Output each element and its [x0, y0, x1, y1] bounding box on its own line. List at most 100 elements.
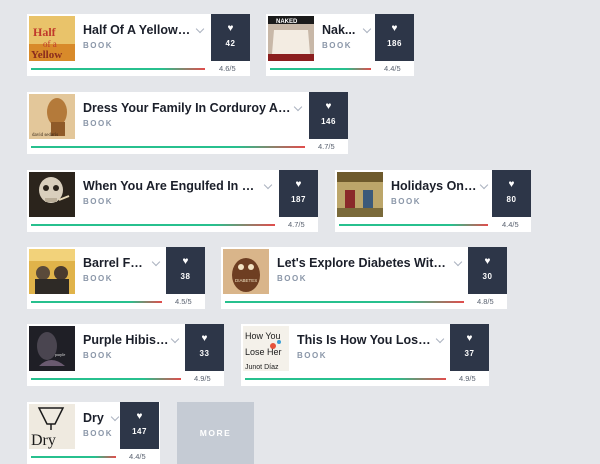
like-count: 146: [321, 117, 336, 126]
like-button[interactable]: ♥ 37: [450, 324, 489, 371]
chevron-down-icon[interactable]: [151, 257, 161, 267]
book-card[interactable]: When You Are Engulfed In Flam... BOOK ♥ …: [27, 170, 318, 232]
rating-bar-fill: [31, 456, 116, 458]
heart-icon: ♥: [201, 333, 208, 344]
rating-label: 4.9/5: [194, 374, 211, 383]
svg-text:of a: of a: [43, 39, 57, 49]
heart-icon: ♥: [295, 179, 302, 190]
rating-bar: [31, 301, 162, 303]
book-title[interactable]: Let's Explore Diabetes With Ow...: [277, 256, 451, 270]
like-count: 33: [199, 349, 210, 358]
heart-icon: ♥: [391, 23, 398, 34]
heart-icon: ♥: [484, 256, 491, 267]
chevron-down-icon[interactable]: [170, 334, 180, 344]
book-type: BOOK: [83, 351, 113, 360]
book-card[interactable]: Dry Dry BOOK ♥ 147 4.4/5: [27, 402, 160, 464]
book-type: BOOK: [83, 274, 113, 283]
rating-label: 4.4/5: [129, 452, 146, 461]
book-title[interactable]: Dress Your Family In Corduroy And D...: [83, 101, 291, 115]
book-title[interactable]: Purple Hibisc...: [83, 333, 169, 347]
chevron-down-icon[interactable]: [362, 24, 372, 34]
rating-bar: [225, 301, 464, 303]
book-title[interactable]: Barrel Fev...: [83, 256, 149, 270]
lose-her-cover-icon[interactable]: How You Lose Her Junot Díaz: [243, 326, 289, 371]
chevron-down-icon[interactable]: [479, 180, 489, 190]
rating-label: 4.8/5: [477, 297, 494, 306]
book-title[interactable]: Holidays On I...: [391, 179, 477, 193]
rating-bar-fill: [31, 378, 181, 380]
rating-bar-fill: [245, 378, 446, 380]
like-button[interactable]: ♥ 187: [279, 170, 318, 217]
like-count: 186: [387, 39, 402, 48]
purple-hibiscus-cover-icon[interactable]: purple: [29, 326, 75, 371]
like-button[interactable]: ♥ 80: [492, 170, 531, 217]
dress-your-family-cover-icon[interactable]: david sedaris: [29, 94, 75, 139]
book-title[interactable]: This Is How You Lose H...: [297, 333, 433, 347]
book-card[interactable]: DIABETES Let's Explore Diabetes With Ow.…: [221, 247, 507, 309]
rating-bar: [339, 224, 488, 226]
rating-bar: [31, 146, 305, 148]
heart-icon: ♥: [466, 333, 473, 344]
like-count: 38: [180, 272, 191, 281]
svg-text:Yellow: Yellow: [31, 49, 62, 61]
like-button[interactable]: ♥ 33: [185, 324, 224, 371]
chevron-down-icon[interactable]: [435, 334, 445, 344]
book-card[interactable]: Holidays On I... BOOK ♥ 80 4.4/5: [335, 170, 531, 232]
heart-icon: ♥: [325, 101, 332, 112]
book-title[interactable]: Half Of A Yellow S...: [83, 23, 193, 37]
chevron-down-icon[interactable]: [293, 102, 303, 112]
svg-text:Junot Díaz: Junot Díaz: [245, 364, 279, 371]
more-button[interactable]: MORE: [177, 402, 254, 464]
like-count: 30: [482, 272, 493, 281]
like-button[interactable]: ♥ 38: [166, 247, 205, 294]
half-of-a-yellow-sun-cover-icon[interactable]: Half of a Yellow: [29, 16, 75, 61]
rating-bar-fill: [339, 224, 488, 226]
rating-label: 4.7/5: [318, 142, 335, 151]
holidays-on-ice-cover-icon[interactable]: [337, 172, 383, 217]
book-card[interactable]: david sedaris Dress Your Family In Cordu…: [27, 92, 348, 154]
rating-bar-fill: [31, 301, 162, 303]
book-type: BOOK: [83, 197, 113, 206]
rating-bar-fill: [31, 224, 275, 226]
like-button[interactable]: ♥ 146: [309, 92, 348, 139]
book-card[interactable]: Half of a Yellow Half Of A Yellow S... B…: [27, 14, 250, 76]
svg-text:Half: Half: [33, 25, 57, 39]
book-type: BOOK: [83, 119, 113, 128]
rating-label: 4.7/5: [288, 220, 305, 229]
dry-cover-icon[interactable]: Dry: [29, 404, 75, 449]
book-type: BOOK: [83, 41, 113, 50]
book-title[interactable]: Nak...: [322, 23, 360, 37]
engulfed-in-flames-cover-icon[interactable]: [29, 172, 75, 217]
svg-text:NAKED: NAKED: [276, 19, 298, 25]
rating-bar-fill: [31, 68, 205, 70]
diabetes-owls-cover-icon[interactable]: DIABETES: [223, 249, 269, 294]
book-card[interactable]: How You Lose Her Junot Díaz This Is How …: [241, 324, 489, 386]
like-button[interactable]: ♥ 42: [211, 14, 250, 61]
rating-label: 4.4/5: [384, 64, 401, 73]
like-button[interactable]: ♥ 186: [375, 14, 414, 61]
chevron-down-icon[interactable]: [195, 24, 205, 34]
rating-bar: [245, 378, 446, 380]
book-title[interactable]: Dry: [83, 411, 113, 425]
chevron-down-icon[interactable]: [453, 257, 463, 267]
rating-bar: [31, 68, 205, 70]
rating-bar-fill: [31, 146, 305, 148]
svg-text:DIABETES: DIABETES: [235, 278, 257, 283]
rating-bar-fill: [270, 68, 371, 70]
like-button[interactable]: ♥ 30: [468, 247, 507, 294]
chevron-down-icon[interactable]: [263, 180, 273, 190]
like-count: 42: [225, 39, 236, 48]
rating-bar: [270, 68, 371, 70]
book-card[interactable]: NAKED Nak... BOOK ♥ 186 4.4/5: [266, 14, 414, 76]
rating-label: 4.4/5: [502, 220, 519, 229]
book-card[interactable]: Barrel Fev... BOOK ♥ 38 4.5/5: [27, 247, 205, 309]
book-title[interactable]: When You Are Engulfed In Flam...: [83, 179, 261, 193]
barrel-fever-cover-icon[interactable]: [29, 249, 75, 294]
book-card[interactable]: purple Purple Hibisc... BOOK ♥ 33 4.9/5: [27, 324, 224, 386]
rating-label: 4.5/5: [175, 297, 192, 306]
like-count: 80: [506, 195, 517, 204]
naked-cover-icon[interactable]: NAKED: [268, 16, 314, 61]
like-count: 147: [132, 427, 147, 436]
rating-bar-fill: [225, 301, 464, 303]
like-button[interactable]: ♥ 147: [120, 402, 159, 449]
